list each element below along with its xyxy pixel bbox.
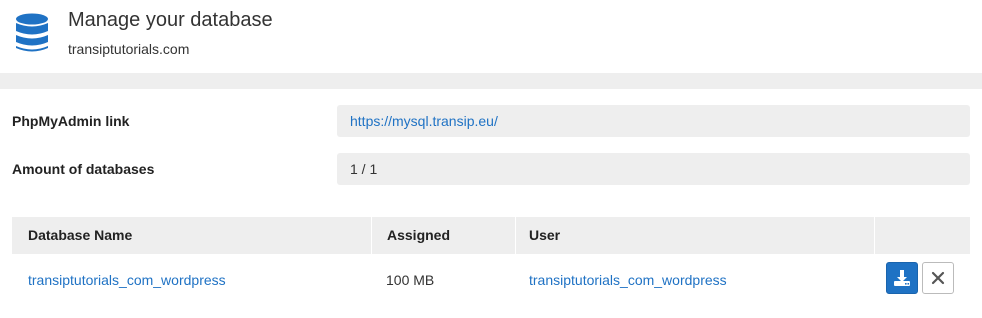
user-cell: transiptutorials_com_wordpress (513, 254, 874, 306)
column-header-database-name: Database Name (28, 227, 133, 243)
page-header: Manage your database transiptutorials.co… (0, 0, 982, 73)
database-name-cell: transiptutorials_com_wordpress (12, 254, 371, 306)
page-title: Manage your database (68, 9, 273, 31)
table-row: transiptutorials_com_wordpress 100 MB tr… (12, 254, 970, 306)
table-header: Database Name Assigned User (12, 217, 970, 254)
assigned-cell: 100 MB (386, 272, 435, 288)
database-icon (16, 13, 48, 52)
database-user-link[interactable]: transiptutorials_com_wordpress (529, 272, 727, 288)
column-header-user: User (529, 227, 561, 243)
download-icon (894, 270, 910, 286)
page-subtitle: transiptutorials.com (68, 41, 190, 57)
database-count-value: 1 / 1 (337, 153, 970, 185)
phpmyadmin-link[interactable]: https://mysql.transip.eu/ (350, 113, 498, 129)
database-name-link[interactable]: transiptutorials_com_wordpress (28, 272, 226, 288)
phpmyadmin-field: https://mysql.transip.eu/ (337, 105, 970, 137)
delete-button[interactable] (922, 262, 954, 294)
phpmyadmin-label: PhpMyAdmin link (12, 113, 130, 129)
column-header-assigned: Assigned (387, 227, 451, 243)
close-icon (931, 271, 945, 285)
database-count-label: Amount of databases (12, 161, 155, 177)
section-divider (0, 73, 982, 89)
download-button[interactable] (886, 262, 918, 294)
column-header-actions (874, 217, 970, 254)
